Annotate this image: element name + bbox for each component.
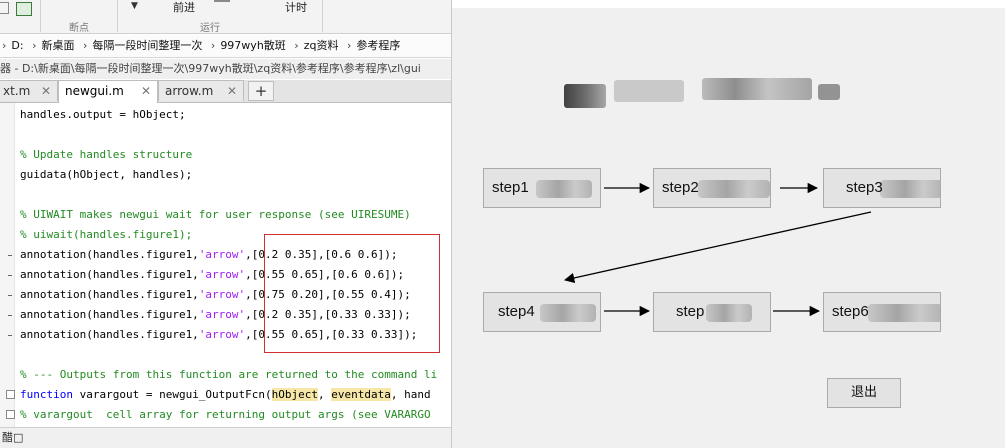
toolstrip-divider	[117, 0, 118, 32]
tab-label: xt.m	[3, 84, 31, 98]
status-text: 醋□	[2, 431, 24, 444]
redaction	[698, 180, 770, 198]
code-line: guidata(hObject, handles);	[20, 168, 193, 181]
highlight-box	[264, 234, 440, 353]
arrow-step3-step4	[563, 211, 872, 284]
redaction	[540, 304, 596, 322]
line-marker	[8, 275, 12, 276]
tab-label: arrow.m	[165, 84, 214, 98]
code-line: % UIWAIT makes newgui wait for user resp…	[20, 208, 411, 221]
arrows-layer	[563, 182, 872, 317]
code-line: % --- Outputs from this function are ret…	[20, 368, 438, 381]
run-icon[interactable]	[214, 0, 230, 2]
breadcrumb-item[interactable]: 新桌面	[42, 35, 75, 57]
matlab-editor: ▼ 前进 计时 断点 运行 › D: › 新桌面 › 每隔一段时间整理一次 › 997w…	[0, 0, 451, 448]
chevron-right-icon: ›	[346, 39, 352, 52]
step6-button[interactable]: step6	[823, 292, 941, 332]
chevron-down-icon[interactable]: ▼	[131, 1, 138, 11]
forward-button[interactable]: 前进	[173, 0, 195, 15]
exit-button[interactable]: 退出	[827, 378, 901, 408]
chevron-right-icon: ›	[294, 39, 299, 52]
group-label-run: 运行	[200, 23, 220, 34]
breadcrumb-item[interactable]: zq资料	[304, 35, 339, 57]
code-line: % Update handles structure	[20, 148, 193, 161]
line-marker	[8, 295, 12, 296]
redaction	[880, 180, 940, 198]
chevron-right-icon: ›	[83, 39, 88, 52]
code-line: % uiwait(handles.figure1);	[20, 228, 193, 241]
group-label-breakpoints: 断点	[69, 23, 89, 34]
code-gutter	[0, 103, 15, 427]
timer-button[interactable]: 计时	[285, 0, 307, 15]
toolstrip-divider	[322, 0, 323, 32]
fold-icon[interactable]	[6, 390, 15, 399]
chevron-right-icon: ›	[2, 39, 7, 52]
editor-tabbar: xt.m ✕ newgui.m ✕ arrow.m ✕ +	[0, 80, 451, 103]
gui-figure-window: step1 step2 step3 step4 step step6 退出	[451, 0, 1005, 448]
list-icon[interactable]	[0, 2, 9, 14]
breadcrumb-item[interactable]: 参考程序	[356, 35, 400, 57]
chevron-right-icon: ›	[32, 39, 37, 52]
tab-newgui[interactable]: newgui.m ✕	[58, 80, 158, 103]
step1-button[interactable]: step1	[483, 168, 601, 208]
close-icon[interactable]: ✕	[141, 81, 151, 102]
line-marker	[8, 335, 12, 336]
step3-button[interactable]: step3	[823, 168, 941, 208]
chevron-right-icon: ›	[210, 39, 216, 52]
close-icon[interactable]: ✕	[227, 81, 237, 102]
fold-icon[interactable]	[6, 410, 15, 419]
code-line: handles.output = hObject;	[20, 108, 186, 121]
breadcrumb-item[interactable]: D:	[11, 35, 23, 57]
redaction	[706, 304, 752, 322]
redaction	[536, 180, 592, 198]
breadcrumb-item[interactable]: 997wyh散斑	[220, 35, 285, 57]
tab-label: newgui.m	[65, 84, 124, 98]
path-breadcrumb[interactable]: › D: › 新桌面 › 每隔一段时间整理一次 › 997wyh散斑 › zq资料 › 参考…	[0, 35, 451, 58]
code-line: function varargout = newgui_OutputFcn(hO…	[20, 388, 431, 401]
step4-button[interactable]: step4	[483, 292, 601, 332]
tab-xt[interactable]: xt.m ✕	[0, 80, 58, 101]
toolstrip-divider	[40, 0, 41, 32]
redaction	[868, 304, 940, 322]
code-line: % varargout cell array for returning out…	[20, 408, 431, 421]
insert-icon[interactable]	[16, 2, 32, 16]
tab-arrow[interactable]: arrow.m ✕	[158, 80, 244, 101]
toolstrip: ▼ 前进 计时 断点 运行	[0, 0, 451, 34]
status-bar: 醋□	[0, 427, 451, 448]
close-icon[interactable]: ✕	[41, 81, 51, 102]
step5-button[interactable]: step	[653, 292, 771, 332]
line-marker	[8, 255, 12, 256]
add-tab-button[interactable]: +	[248, 81, 274, 101]
breadcrumb-item[interactable]: 每隔一段时间整理一次	[92, 35, 202, 57]
step2-button[interactable]: step2	[653, 168, 771, 208]
editor-title: 器 - D:\新桌面\每隔一段时间整理一次\997wyh散斑\zq资料\参考程序…	[0, 59, 451, 79]
line-marker	[8, 315, 12, 316]
